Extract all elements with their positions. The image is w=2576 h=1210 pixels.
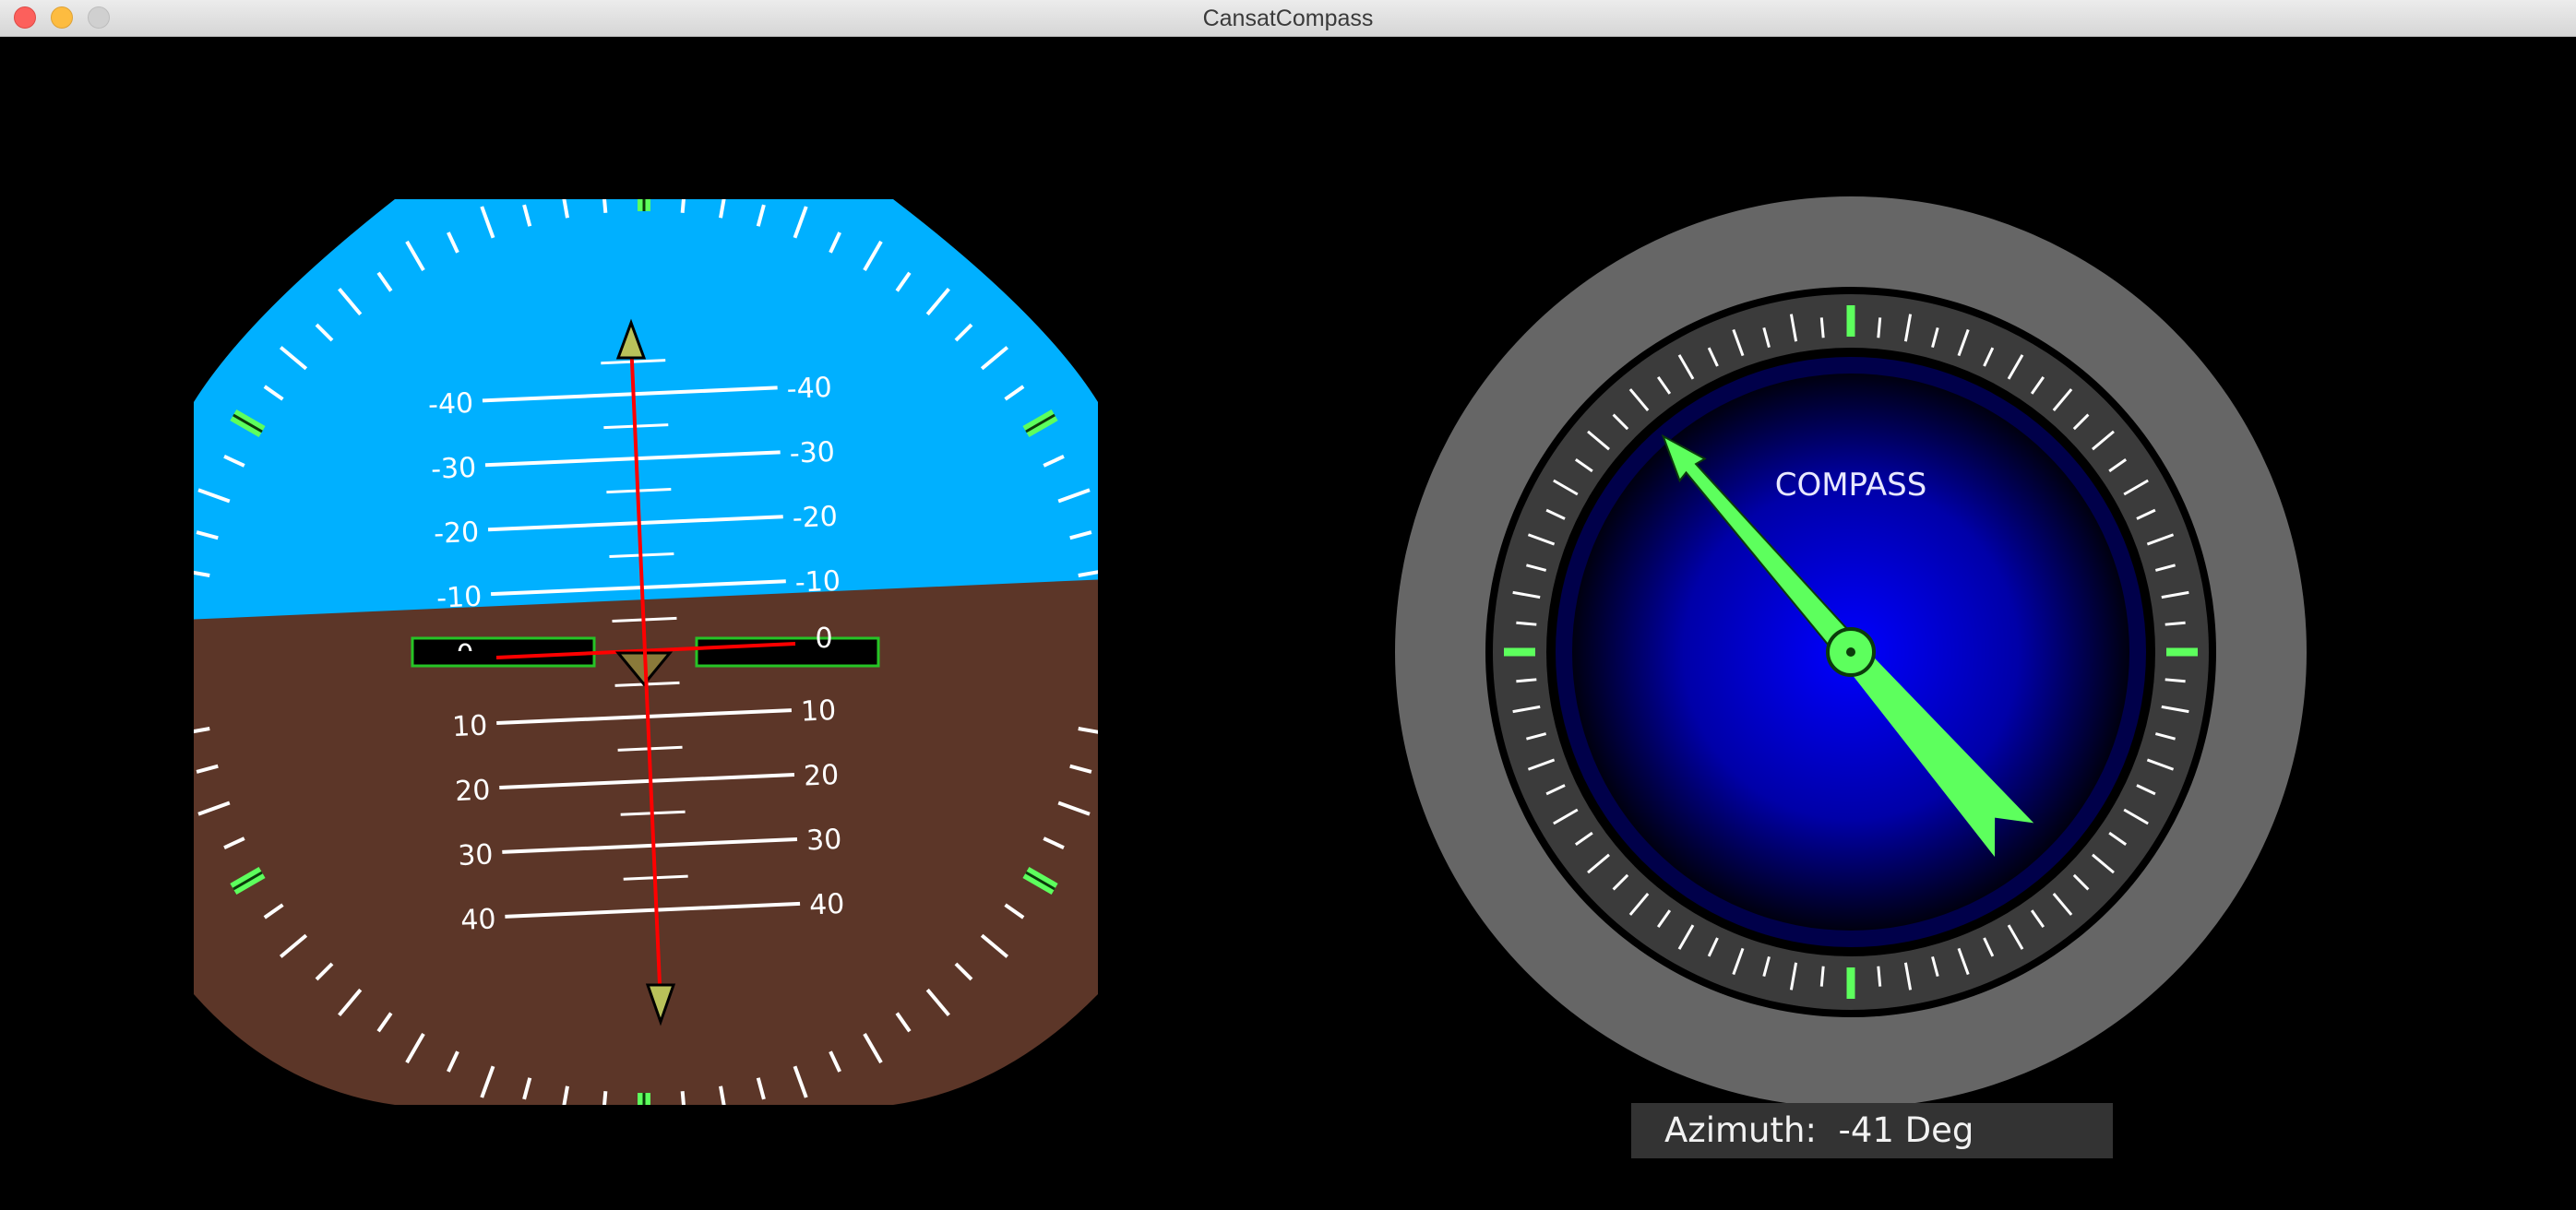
compass-tick xyxy=(1877,966,1882,987)
pitch-label-right: 30 xyxy=(805,824,842,858)
pitch-label-left: 30 xyxy=(458,838,495,872)
compass-tick xyxy=(1877,317,1882,338)
horizon-bar-left xyxy=(411,636,596,668)
pitch-label-right: -40 xyxy=(786,372,832,406)
roll-tick xyxy=(602,1091,608,1105)
compass-tick xyxy=(1516,621,1537,626)
pitch-label-left: 40 xyxy=(460,903,497,937)
attitude-indicator: -40 -40 -30 -30 -20 -20 -10 -10 10 10 20 20 30 30 40 40… xyxy=(194,199,1098,1105)
compass-tick xyxy=(1819,317,1825,338)
pitch-label-right: -20 xyxy=(792,501,838,535)
azimuth-unit: Deg xyxy=(1904,1110,1974,1150)
compass-tick xyxy=(1516,678,1537,683)
pitch-label-left: -20 xyxy=(433,516,479,551)
compass-tick xyxy=(1819,966,1825,987)
pitch-label-right: -30 xyxy=(789,436,835,470)
window-title: CansatCompass xyxy=(1202,6,1374,31)
compass-tick xyxy=(2165,621,2186,626)
azimuth-value: -41 xyxy=(1838,1110,1894,1150)
pitch-label-left: 10 xyxy=(451,709,488,743)
azimuth-readout: Azimuth: -41 Deg xyxy=(1631,1103,2113,1158)
pitch-zero-label-right: 0 xyxy=(815,623,832,655)
title-bar: CansatCompass xyxy=(0,0,2576,37)
pitch-label-right: -10 xyxy=(794,565,841,599)
app-window: CansatCompass -40 -40 -30 -30 -20 -20 -10 -10 10… xyxy=(0,0,2576,1210)
roll-tick xyxy=(602,199,608,213)
pitch-label-left: -30 xyxy=(430,452,476,486)
pitch-label-right: 40 xyxy=(808,888,845,922)
compass-tick xyxy=(2165,678,2186,683)
compass-label: COMPASS xyxy=(1775,467,1927,504)
pitch-label-left: 20 xyxy=(454,774,491,808)
window-content: -40 -40 -30 -30 -20 -20 -10 -10 10 10 20 20 30 30 40 40… xyxy=(0,37,2576,1210)
needle-pivot xyxy=(1846,647,1855,657)
pitch-label-right: 10 xyxy=(800,694,837,729)
compass-gauge: COMPASS xyxy=(1395,196,2307,1108)
pitch-label-right: 20 xyxy=(803,759,840,793)
azimuth-label: Azimuth: xyxy=(1664,1110,1817,1150)
pitch-label-left: -40 xyxy=(427,387,473,421)
roll-tick xyxy=(680,1091,686,1105)
roll-tick xyxy=(680,199,686,213)
pitch-label-left: -10 xyxy=(436,581,483,615)
